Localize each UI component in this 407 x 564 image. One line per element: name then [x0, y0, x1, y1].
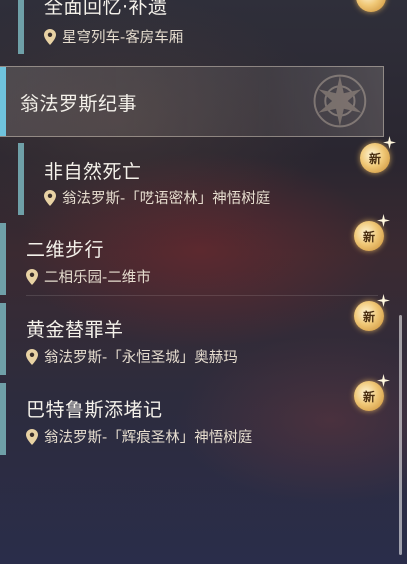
category-label: 翁法罗斯纪事: [20, 93, 138, 115]
quest-location-text: 星穹列车-客房车厢: [62, 30, 184, 46]
quest-location: 星穹列车-客房车厢: [44, 26, 183, 47]
quest-title: 黄金替罪羊: [26, 319, 124, 341]
emblem-icon: [313, 74, 367, 128]
sparkle-icon: [377, 294, 390, 307]
new-badge-label: 新: [368, 151, 381, 166]
location-pin-icon: [26, 348, 38, 365]
sparkle-icon: [377, 374, 390, 387]
quest-item-2d-walk[interactable]: 二维步行 二相乐园-二维市 新: [0, 214, 390, 296]
quest-item-bartrus[interactable]: 巴特鲁斯添堵记 翁法罗斯-「辉痕圣林」神悟树庭 新: [0, 374, 390, 455]
quest-title: 二维步行: [26, 239, 105, 261]
quest-title: 全面回忆·补遗: [44, 0, 168, 18]
quest-item-bar: [0, 223, 6, 295]
quest-location: 翁法罗斯-「呓语密林」神悟树庭: [44, 187, 270, 208]
location-pin-icon: [26, 428, 38, 445]
new-badge: 新: [360, 136, 396, 173]
quest-location: 翁法罗斯-「辉痕圣林」神悟树庭: [26, 426, 252, 447]
location-pin-icon: [26, 268, 38, 285]
new-badge-label: 新: [362, 309, 375, 324]
divider: [26, 295, 378, 296]
quest-item-golden-scapegoat[interactable]: 黄金替罪羊 翁法罗斯-「永恒圣城」奥赫玛 新: [0, 294, 390, 375]
new-badge: 新: [354, 214, 390, 251]
location-pin-icon: [44, 28, 56, 45]
quest-location-text: 翁法罗斯-「呓语密林」神悟树庭: [62, 191, 271, 207]
quest-item-recall[interactable]: 全面回忆·补遗 星穹列车-客房车厢: [0, 0, 386, 60]
new-badge-label: 新: [362, 229, 375, 244]
quest-item-bar: [18, 143, 24, 215]
new-badge: 新: [354, 294, 390, 331]
location-pin-icon: [44, 189, 56, 206]
sparkle-icon: [383, 136, 396, 149]
quest-title: 巴特鲁斯添堵记: [26, 399, 163, 421]
quest-location: 翁法罗斯-「永恒圣城」奥赫玛: [26, 346, 238, 367]
scrollbar[interactable]: [399, 315, 402, 555]
quest-item-bar: [18, 0, 24, 54]
quest-item-bar: [0, 383, 6, 455]
quest-location-text: 翁法罗斯-「永恒圣城」奥赫玛: [44, 350, 238, 366]
quest-item-unnatural-death[interactable]: 非自然死亡 翁法罗斯-「呓语密林」神悟树庭 新: [0, 136, 396, 215]
quest-location-text: 翁法罗斯-「辉痕圣林」神悟树庭: [44, 430, 253, 446]
category-accent: [0, 67, 6, 136]
new-badge: [356, 0, 386, 12]
new-badge: 新: [354, 374, 390, 411]
quest-location-text: 二相乐园-二维市: [44, 270, 151, 286]
quest-title: 非自然死亡: [44, 161, 142, 183]
quest-item-bar: [0, 303, 6, 375]
sparkle-icon: [377, 214, 390, 227]
category-header-amphoreus[interactable]: 翁法罗斯纪事: [0, 66, 384, 137]
new-badge-label: 新: [362, 389, 375, 404]
quest-location: 二相乐园-二维市: [26, 266, 151, 287]
